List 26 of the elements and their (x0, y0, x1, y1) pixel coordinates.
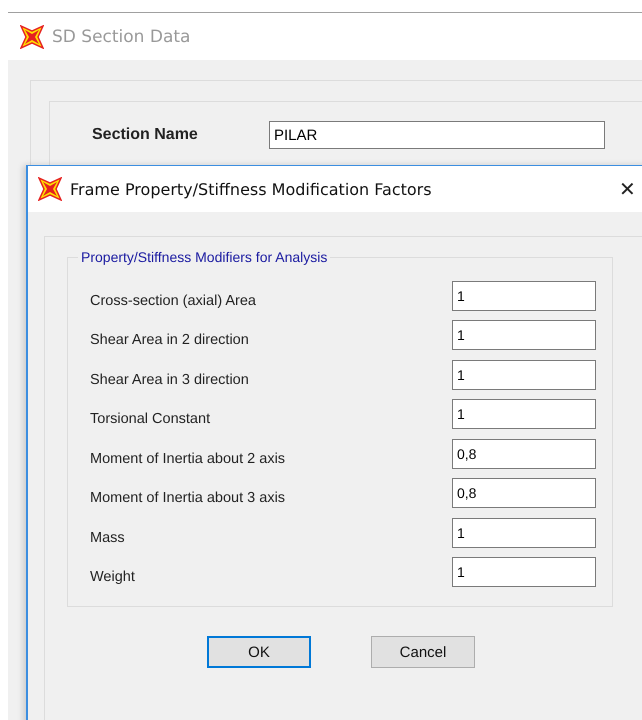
modifier-label: Moment of Inertia about 3 axis (90, 489, 286, 506)
modifier-field[interactable]: 1 (452, 518, 596, 548)
close-button[interactable]: ✕ (619, 176, 636, 202)
dialog-title: Frame Property/Stiffness Modification Factors (70, 180, 433, 198)
modifier-field[interactable]: 1 (452, 399, 596, 430)
modifier-field[interactable]: 1 (452, 557, 596, 588)
modifier-label: Shear Area in 3 direction (90, 370, 250, 388)
logo-icon (20, 24, 44, 48)
ok-button[interactable]: OK (207, 636, 311, 668)
modifier-field[interactable]: 0,8 (452, 438, 596, 469)
group-title: Property/Stiffness Modifiers for Analysis (78, 249, 330, 265)
modifier-field[interactable]: 0,8 (452, 478, 596, 508)
logo-icon (38, 177, 62, 201)
window-title: SD Section Data (52, 26, 190, 46)
modifier-label: Torsional Constant (90, 410, 212, 428)
modifier-label: Shear Area in 2 direction (90, 331, 250, 348)
modifier-label: Cross-section (axial) Area (90, 292, 257, 309)
cancel-button[interactable]: Cancel (371, 636, 475, 668)
modifier-label: Weight (90, 568, 136, 586)
modifier-field[interactable]: 1 (452, 360, 596, 390)
modifier-label: Moment of Inertia about 2 axis (90, 450, 286, 467)
modifier-label: Mass (90, 528, 126, 546)
section-name-field[interactable]: PILAR (269, 121, 605, 149)
modifier-field[interactable]: 1 (452, 280, 596, 311)
field-label: Section Name (92, 126, 199, 144)
modifier-field[interactable]: 1 (452, 320, 596, 350)
